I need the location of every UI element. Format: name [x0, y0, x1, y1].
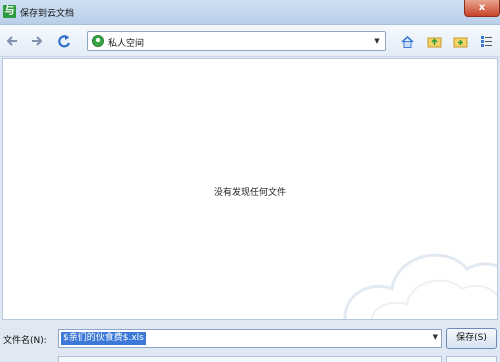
new-folder-icon[interactable]	[453, 34, 468, 49]
filetype-select[interactable]	[58, 356, 442, 362]
up-folder-icon[interactable]	[427, 34, 442, 49]
file-list-area[interactable]: 没有发现任何文件	[2, 58, 498, 320]
title-bar: 与 保存到云文档 x	[0, 0, 500, 25]
filename-label: 文件名(N):	[3, 336, 47, 346]
filename-input[interactable]: $亲们的伙食费$.xls ▼	[58, 329, 442, 348]
empty-message: 没有发现任何文件	[213, 188, 286, 198]
location-dropdown[interactable]: 私人空间 ▼	[87, 31, 386, 51]
bottom-bar: 文件名(N): $亲们的伙食费$.xls ▼ 保存(S)	[0, 320, 500, 362]
toolbar: 私人空间 ▼	[0, 25, 500, 57]
app-logo-icon: 与	[3, 5, 16, 18]
cloud-watermark-icon	[343, 253, 497, 319]
cancel-button[interactable]	[446, 356, 497, 362]
filename-dropdown-icon[interactable]: ▼	[433, 333, 438, 341]
chevron-down-icon[interactable]: ▼	[372, 35, 382, 47]
location-text: 私人空间	[108, 39, 145, 49]
back-arrow-icon[interactable]	[5, 34, 19, 48]
window-title: 保存到云文档	[20, 9, 75, 19]
view-list-icon[interactable]	[479, 34, 494, 49]
close-icon: x	[478, 2, 486, 13]
close-button[interactable]: x	[464, 0, 500, 17]
refresh-icon[interactable]	[57, 34, 71, 48]
save-button[interactable]: 保存(S)	[446, 328, 497, 349]
home-icon[interactable]	[400, 34, 415, 49]
filename-value[interactable]: $亲们的伙食费$.xls	[61, 332, 146, 345]
user-space-icon	[92, 35, 104, 47]
forward-arrow-icon[interactable]	[30, 34, 44, 48]
